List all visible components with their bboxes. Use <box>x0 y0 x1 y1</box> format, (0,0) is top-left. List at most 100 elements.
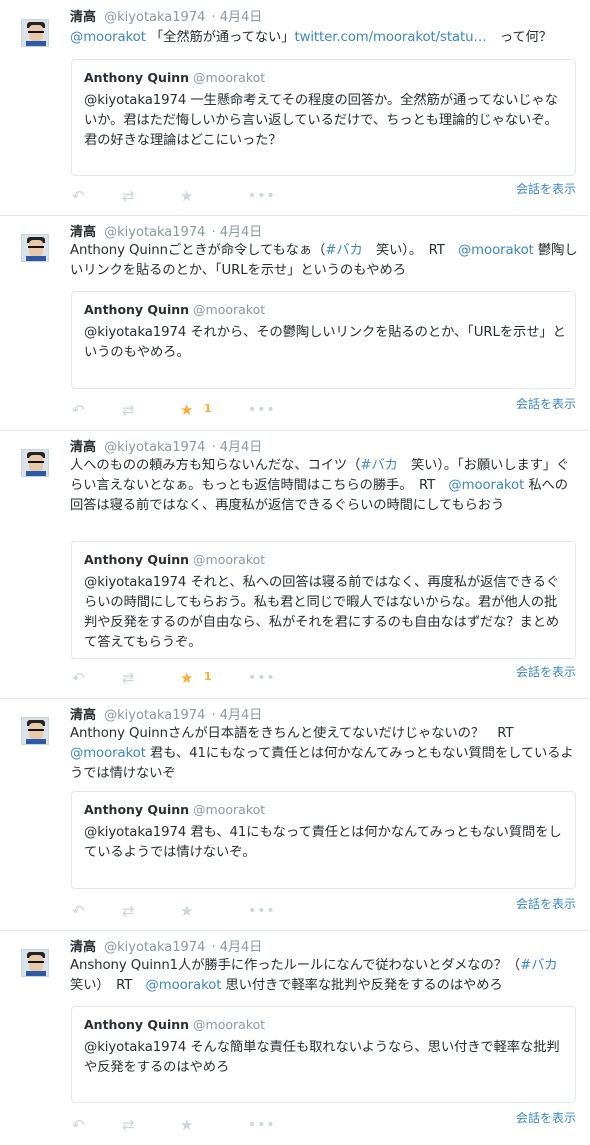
more-icon[interactable]: ••• <box>248 1116 276 1134</box>
tweet-header: 清高 @kiyotaka1974 · 4月4日 <box>70 439 262 457</box>
quoted-tweet[interactable]: Anthony Quinn @moorakot @kiyotaka1974 そんな… <box>71 1006 576 1103</box>
tweet-date[interactable]: · 4月4日 <box>212 940 263 955</box>
more-icon[interactable]: ••• <box>248 187 276 205</box>
quoted-author-name: Anthony Quinn <box>84 70 190 85</box>
tweet-text: 人へのものの頼み方も知らないんだな、コイツ（#バカ 笑い）。「お願いします」ぐら… <box>70 456 580 516</box>
favorite-count: 1 <box>204 670 212 683</box>
star-icon[interactable]: ★ <box>180 902 193 920</box>
tweet-text-segment: 「全然筋が通ってない」 <box>145 30 295 45</box>
quoted-tweet[interactable]: Anthony Quinn @moorakot @kiyotaka1974 君も、… <box>71 791 576 889</box>
avatar[interactable] <box>21 449 49 477</box>
tweet-actions: ↶ ⇄ ★ ••• <box>70 187 300 205</box>
more-icon[interactable]: ••• <box>248 669 276 687</box>
quoted-tweet[interactable]: Anthony Quinn @moorakot @kiyotaka1974 それか… <box>71 291 576 389</box>
quoted-tweet[interactable]: Anthony Quinn @moorakot @kiyotaka1974 それと… <box>71 541 576 659</box>
tweet-text-segment: って何？ <box>486 30 552 45</box>
quoted-author-name: Anthony Quinn <box>84 1017 190 1032</box>
quoted-author-handle: @moorakot <box>193 1017 266 1032</box>
tweet-text-segment: 人へのものの頼み方も知らないんだな、コイツ（ <box>70 458 361 473</box>
retweet-icon[interactable]: ⇄ <box>122 187 135 205</box>
tweet-date[interactable]: · 4月4日 <box>212 225 263 240</box>
author-name[interactable]: 清高 <box>70 225 96 240</box>
avatar[interactable] <box>21 234 49 262</box>
retweet-icon[interactable]: ⇄ <box>122 1116 135 1134</box>
tweet-text-segment: 思い付きで軽率な批判や反発をするのはやめろ <box>221 978 503 993</box>
mention-link[interactable]: @moorakot <box>458 243 534 258</box>
url-link[interactable]: twitter.com/moorakot/statu… <box>294 30 486 45</box>
tweet-text-segment: 笑い）。 RT <box>362 243 458 258</box>
tweet-text-segment: Anthony Quinnさんが日本語をきちんと使えてないだけじゃないの？ RT <box>70 726 527 741</box>
avatar[interactable] <box>21 717 49 745</box>
retweet-icon[interactable]: ⇄ <box>122 669 135 687</box>
reply-icon[interactable]: ↶ <box>72 669 85 687</box>
tweet-text: Anthony Quinnさんが日本語をきちんと使えてないだけじゃないの？ RT… <box>70 724 580 784</box>
hashtag-link[interactable]: #バカ <box>325 243 363 258</box>
view-conversation-link[interactable]: 会話を表示 <box>516 395 576 412</box>
star-icon[interactable]: ★ <box>180 187 193 205</box>
star-icon[interactable]: ★ <box>180 1116 193 1134</box>
more-icon[interactable]: ••• <box>248 401 276 419</box>
quoted-author-handle: @moorakot <box>193 552 266 567</box>
hashtag-link[interactable]: #バカ <box>520 958 558 973</box>
mention-link[interactable]: @moorakot <box>70 30 146 45</box>
tweet-date[interactable]: · 4月4日 <box>212 10 263 25</box>
mention-link[interactable]: @moorakot <box>146 978 222 993</box>
quoted-text: @kiyotaka1974 それと、私への回答は寝る前ではなく、再度私が返信でき… <box>84 575 560 650</box>
quoted-text: @kiyotaka1974 君も、41にもなって責任とは何かなんてみっともない質… <box>84 825 562 860</box>
quoted-author-name: Anthony Quinn <box>84 552 190 567</box>
author-handle[interactable]: @kiyotaka1974 <box>104 440 205 455</box>
tweet: 清高 @kiyotaka1974 · 4月4日 Anthony Quinnごとき… <box>0 215 589 431</box>
view-conversation-link[interactable]: 会話を表示 <box>516 663 576 680</box>
star-icon[interactable]: ★ <box>180 669 193 687</box>
quoted-author-handle: @moorakot <box>193 302 266 317</box>
tweet: 清高 @kiyotaka1974 · 4月4日 人へのものの頼み方も知らないんだ… <box>0 430 589 699</box>
author-name[interactable]: 清高 <box>70 440 96 455</box>
retweet-icon[interactable]: ⇄ <box>122 401 135 419</box>
more-icon[interactable]: ••• <box>248 902 276 920</box>
reply-icon[interactable]: ↶ <box>72 1116 85 1134</box>
author-handle[interactable]: @kiyotaka1974 <box>104 225 205 240</box>
favorite-count: 1 <box>204 402 212 415</box>
tweet-header: 清高 @kiyotaka1974 · 4月4日 <box>70 224 262 242</box>
tweet-date[interactable]: · 4月4日 <box>212 708 263 723</box>
tweet: 清高 @kiyotaka1974 · 4月4日 Anshony Quinn1人が… <box>0 930 589 1144</box>
author-name[interactable]: 清高 <box>70 940 96 955</box>
author-handle[interactable]: @kiyotaka1974 <box>104 708 205 723</box>
author-handle[interactable]: @kiyotaka1974 <box>104 10 205 25</box>
tweet: 清高 @kiyotaka1974 · 4月4日 @moorakot 「全然筋が通… <box>0 0 589 216</box>
tweet-text-segment: 君も、41にもなって責任とは何かなんてみっともない質問をしているようでは情けない… <box>70 746 574 781</box>
reply-icon[interactable]: ↶ <box>72 401 85 419</box>
author-name[interactable]: 清高 <box>70 708 96 723</box>
tweet-actions: ↶ ⇄ ★ 1 ••• <box>70 669 300 687</box>
tweet-text-segment: Anshony Quinn1人が勝手に作ったルールになんで従わないとダメなの？（ <box>70 958 521 973</box>
tweet-header: 清高 @kiyotaka1974 · 4月4日 <box>70 9 262 27</box>
hashtag-link[interactable]: #バカ <box>360 458 398 473</box>
tweet-actions: ↶ ⇄ ★ ••• <box>70 1116 300 1134</box>
view-conversation-link[interactable]: 会話を表示 <box>516 180 576 197</box>
view-conversation-link[interactable]: 会話を表示 <box>516 895 576 912</box>
quoted-text: @kiyotaka1974 そんな簡単な責任も取れないようなら、思い付きで軽率な… <box>84 1040 560 1075</box>
author-handle[interactable]: @kiyotaka1974 <box>104 940 205 955</box>
mention-link[interactable]: @moorakot <box>448 478 524 493</box>
tweet-text: Anthony Quinnごときが命令してもなぁ（#バカ 笑い）。 RT @mo… <box>70 241 580 281</box>
author-name[interactable]: 清高 <box>70 10 96 25</box>
retweet-icon[interactable]: ⇄ <box>122 902 135 920</box>
reply-icon[interactable]: ↶ <box>72 187 85 205</box>
quoted-text: @kiyotaka1974 一生懸命考えてその程度の回答か。全然筋が通ってないじ… <box>84 93 558 148</box>
avatar[interactable] <box>21 19 49 47</box>
tweet: 清高 @kiyotaka1974 · 4月4日 Anthony Quinnさんが… <box>0 698 589 931</box>
quoted-author-name: Anthony Quinn <box>84 302 190 317</box>
view-conversation-link[interactable]: 会話を表示 <box>516 1109 576 1126</box>
tweet-header: 清高 @kiyotaka1974 · 4月4日 <box>70 939 262 957</box>
tweet-text-segment: Anthony Quinnごときが命令してもなぁ（ <box>70 243 326 258</box>
reply-icon[interactable]: ↶ <box>72 902 85 920</box>
quoted-author-handle: @moorakot <box>193 70 266 85</box>
quoted-text: @kiyotaka1974 それから、その鬱陶しいリンクを貼るのとか、「URLを… <box>84 325 566 360</box>
mention-link[interactable]: @moorakot <box>70 746 146 761</box>
star-icon[interactable]: ★ <box>180 401 193 419</box>
tweet-header: 清高 @kiyotaka1974 · 4月4日 <box>70 707 262 725</box>
avatar[interactable] <box>21 949 49 977</box>
tweet-date[interactable]: · 4月4日 <box>212 440 263 455</box>
tweet-text: Anshony Quinn1人が勝手に作ったルールになんで従わないとダメなの？（… <box>70 956 580 996</box>
quoted-tweet[interactable]: Anthony Quinn @moorakot @kiyotaka1974 一生懸… <box>71 59 576 176</box>
